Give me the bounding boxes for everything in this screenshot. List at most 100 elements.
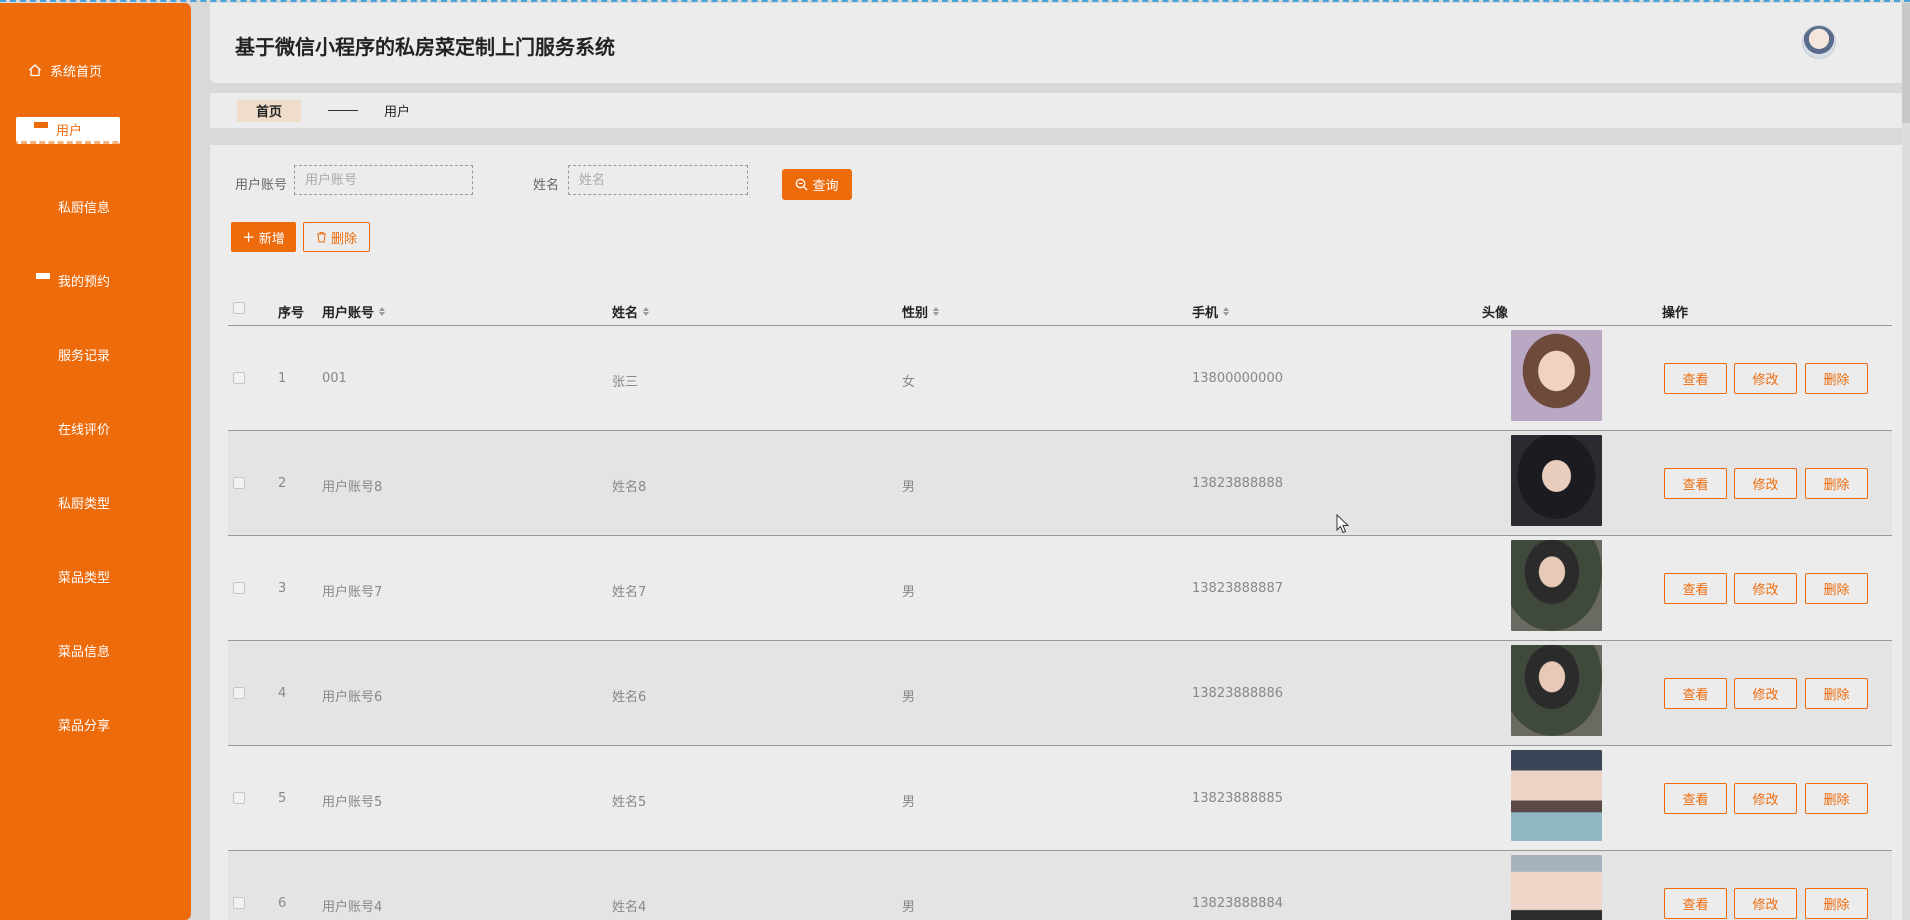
avatar-image [1511,645,1602,736]
sort-icon[interactable] [1223,307,1230,316]
grid-icon [36,569,50,583]
edit-button[interactable]: 修改 [1734,468,1797,499]
cell-gender: 男 [902,900,916,915]
cell-account: 用户账号8 [322,480,383,495]
table-row: 2 用户账号8 姓名8 男 13823888888 查看 修改 删除 [228,431,1892,536]
view-button[interactable]: 查看 [1664,468,1727,499]
edit-button[interactable]: 修改 [1734,573,1797,604]
cell-name: 姓名5 [612,795,647,810]
sidebar-item-label: 菜品类型 [58,570,111,586]
home-icon [29,64,41,77]
col-account-label: 用户账号 [322,306,375,321]
row-checkbox[interactable] [233,582,245,594]
cell-account: 用户账号7 [322,585,383,600]
avatar-image [1511,330,1602,421]
edit-button[interactable]: 修改 [1734,783,1797,814]
list-icon [34,122,48,136]
sidebar-item-label: 在线评价 [58,422,111,438]
delete-button[interactable]: 删除 [1805,678,1868,709]
sidebar-item-dish-share[interactable]: 菜品分享 [0,709,191,739]
col-index: 序号 [278,306,305,321]
breadcrumb-home[interactable]: 首页 [237,99,301,122]
cell-gender: 男 [902,585,916,600]
cell-phone: 13823888888 [1192,476,1283,491]
avatar-image [1511,855,1602,920]
view-button[interactable]: 查看 [1664,363,1727,394]
col-name[interactable]: 姓名 [612,302,650,321]
delete-button[interactable]: 删除 [1805,573,1868,604]
sort-icon[interactable] [933,307,940,316]
batch-delete-label: 删除 [330,231,357,247]
table-row: 4 用户账号6 姓名6 男 13823888886 查看 修改 删除 [228,641,1892,746]
cell-name: 姓名4 [612,900,647,915]
delete-button[interactable]: 删除 [1805,888,1868,919]
sort-icon[interactable] [379,307,386,316]
list-icon [36,273,50,287]
sidebar-item-dish-info[interactable]: 菜品信息 [0,635,191,665]
row-checkbox[interactable] [233,792,245,804]
cell-account: 用户账号5 [322,795,383,810]
delete-button[interactable]: 删除 [1805,363,1868,394]
cell-phone: 13823888886 [1192,686,1283,701]
view-button[interactable]: 查看 [1664,678,1727,709]
col-gender[interactable]: 性别 [902,302,940,321]
query-button[interactable]: 查询 [782,169,852,200]
scrollbar-thumb[interactable] [1902,3,1910,123]
cell-index: 1 [278,371,287,386]
query-button-label: 查询 [812,179,839,194]
sidebar-item-dish-types[interactable]: 菜品类型 [0,561,191,591]
sidebar-item-online-reviews[interactable]: 在线评价 [0,413,191,443]
sort-icon[interactable] [643,307,650,316]
sidebar: 系统首页 用户 私厨信息 我的预约 服务记录 在线评价 私厨类型 菜品类型 菜品… [0,3,191,920]
sidebar-item-label: 我的预约 [58,274,111,290]
breadcrumb-separator [328,110,358,111]
col-phone[interactable]: 手机 [1192,302,1230,321]
row-checkbox[interactable] [233,897,245,909]
cell-name: 姓名8 [612,480,647,495]
account-search-input[interactable] [294,165,473,195]
cell-name: 姓名6 [612,690,647,705]
sidebar-item-chef-info[interactable]: 私厨信息 [0,191,191,221]
sidebar-item-label: 菜品分享 [58,718,111,734]
cell-index: 5 [278,791,287,806]
name-search-input[interactable] [568,165,748,195]
sidebar-item-service-records[interactable]: 服务记录 [0,339,191,369]
vertical-scrollbar[interactable] [1902,3,1910,920]
grid-icon [36,495,50,509]
user-avatar[interactable] [1802,25,1836,59]
sidebar-item-chef-types[interactable]: 私厨类型 [0,487,191,517]
breadcrumb-current: 用户 [384,105,411,120]
cell-gender: 男 [902,690,916,705]
edit-button[interactable]: 修改 [1734,678,1797,709]
col-avatar: 头像 [1482,306,1509,321]
row-checkbox[interactable] [233,477,245,489]
sidebar-item-my-reservations[interactable]: 我的预约 [0,265,191,295]
view-button[interactable]: 查看 [1664,573,1727,604]
edit-button[interactable]: 修改 [1734,363,1797,394]
grid-icon [36,199,50,213]
batch-delete-button[interactable]: 删除 [303,222,370,252]
col-account[interactable]: 用户账号 [322,302,386,321]
sidebar-item-home[interactable]: 系统首页 [0,55,191,85]
add-button-label: 新增 [258,231,285,247]
sidebar-item-label: 服务记录 [58,348,111,364]
select-all-checkbox[interactable] [233,302,245,314]
delete-button[interactable]: 删除 [1805,468,1868,499]
cell-index: 3 [278,581,287,596]
edit-button[interactable]: 修改 [1734,888,1797,919]
add-button[interactable]: + 新增 [231,222,296,252]
view-button[interactable]: 查看 [1664,783,1727,814]
cell-index: 6 [278,896,287,911]
sidebar-item-users[interactable]: 用户 [16,117,120,144]
cell-index: 4 [278,686,287,701]
row-checkbox[interactable] [233,372,245,384]
avatar-image [1511,435,1602,526]
table-row: 3 用户账号7 姓名7 男 13823888887 查看 修改 删除 [228,536,1892,641]
name-search-label: 姓名 [533,178,560,193]
breadcrumb: 首页 用户 [210,93,1910,128]
col-name-label: 姓名 [612,306,639,321]
row-checkbox[interactable] [233,687,245,699]
delete-button[interactable]: 删除 [1805,783,1868,814]
cell-name: 张三 [612,375,639,390]
view-button[interactable]: 查看 [1664,888,1727,919]
